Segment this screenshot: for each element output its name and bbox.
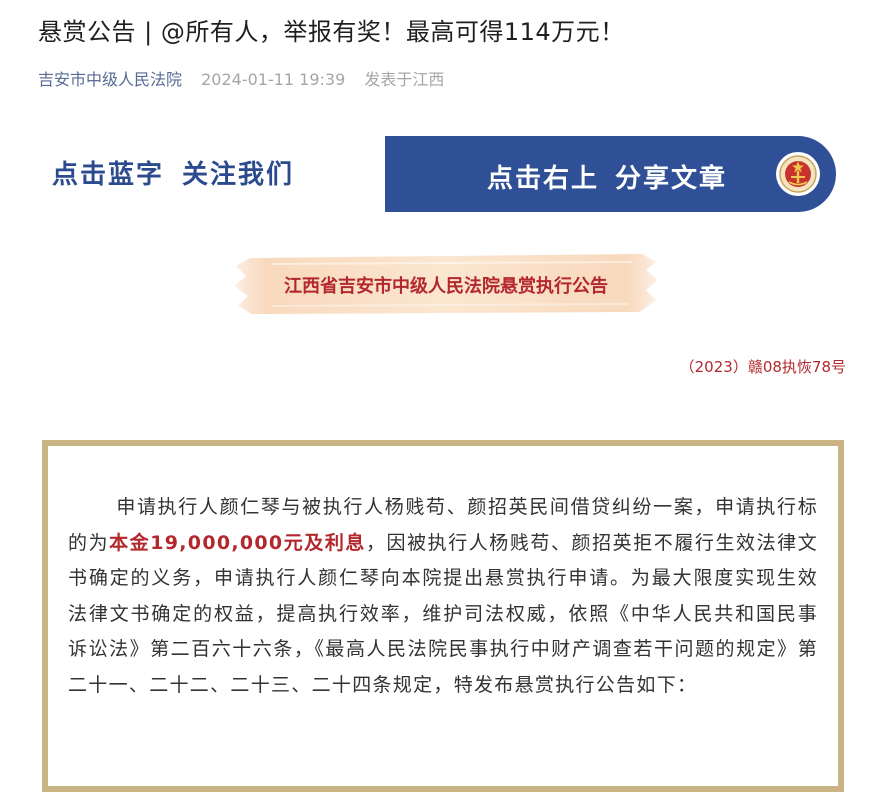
notice-heading: 江西省吉安市中级人民法院悬赏执行公告: [284, 276, 608, 297]
case-number: （2023）赣08执恢78号: [679, 358, 846, 376]
notice-paragraph: 申请执行人颜仁琴与被执行人杨贱苟、颜招英民间借贷纠纷一案，申请执行标的为本金19…: [68, 490, 818, 703]
banner-right-text-a: 点击右上: [487, 164, 600, 194]
banner-left-text-a: 点击蓝字: [52, 160, 165, 190]
article-title: 悬赏公告 | @所有人，举报有奖！最高可得114万元！: [38, 18, 625, 46]
banner-right-text-b: 分享文章: [615, 164, 728, 194]
publish-location: 发表于江西: [364, 70, 445, 89]
publish-time: 2024-01-11 19:39: [201, 70, 346, 89]
highlighted-amount: 本金19,000,000元及利息: [109, 531, 366, 554]
article-meta: 吉安市中级人民法院 2024-01-11 19:39 发表于江西: [38, 66, 444, 90]
notice-ribbon: 江西省吉安市中级人民法院悬赏执行公告: [232, 248, 660, 320]
article-page: 悬赏公告 | @所有人，举报有奖！最高可得114万元！ 吉安市中级人民法院 20…: [0, 0, 880, 809]
share-banner-text: 点击右上 分享文章: [487, 158, 727, 195]
share-article-banner[interactable]: 点击右上 分享文章: [385, 136, 836, 212]
account-name-link[interactable]: 吉安市中级人民法院: [38, 70, 182, 89]
paragraph-text-part2: ，因被执行人杨贱苟、颜招英拒不履行生效法律文书确定的义务，申请执行人颜仁琴向本院…: [68, 531, 819, 696]
banner-left-text-b: 关注我们: [182, 160, 295, 190]
follow-us-banner[interactable]: 点击蓝字 关注我们: [52, 154, 294, 191]
court-emblem-icon: [776, 152, 820, 196]
